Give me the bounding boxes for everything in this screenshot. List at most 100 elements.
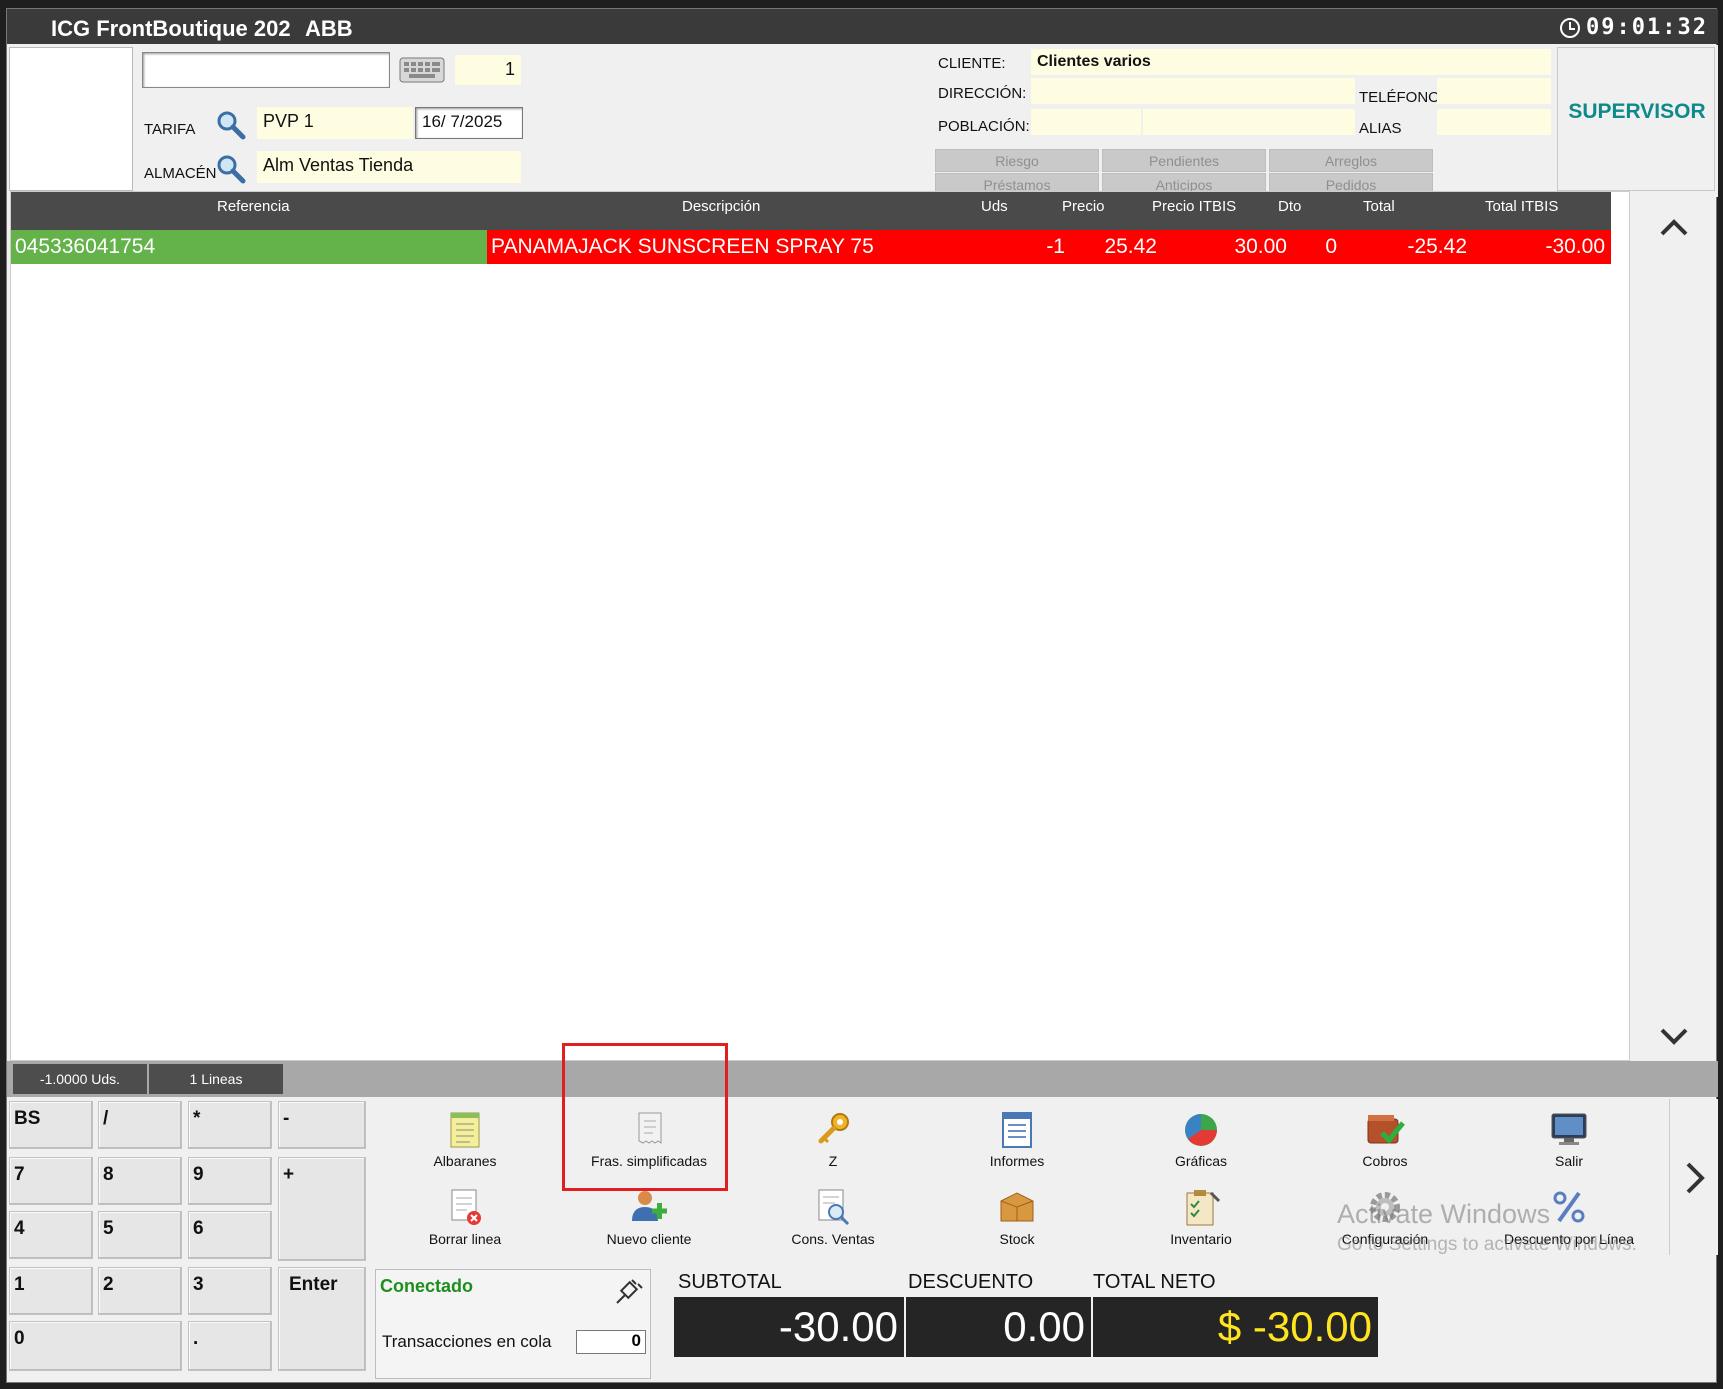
ticket-header: 1 TARIFA PVP 1 16/ 7/2025 ALMACÉN Alm Ve…	[7, 45, 1718, 197]
key-plus[interactable]: +	[278, 1157, 366, 1261]
telefono-field[interactable]	[1437, 78, 1551, 104]
row-dto: 0	[1325, 235, 1337, 258]
graficas-button[interactable]: Gráficas	[1126, 1103, 1276, 1177]
quantity-field[interactable]: 1	[455, 55, 521, 85]
keyboard-icon[interactable]	[399, 55, 445, 85]
key-multiply[interactable]: *	[188, 1101, 272, 1149]
column-total[interactable]: Total	[1363, 198, 1395, 215]
next-page-button[interactable]	[1669, 1099, 1718, 1255]
delete-doc-icon	[451, 1189, 481, 1225]
almacen-search-icon[interactable]	[215, 153, 247, 185]
informes-button[interactable]: Informes	[942, 1103, 1092, 1177]
lines-summary: 1 Lineas	[149, 1064, 283, 1094]
queue-label: Transacciones en cola	[382, 1332, 552, 1351]
subtotal-label: SUBTOTAL	[678, 1271, 782, 1293]
almacen-field[interactable]: Alm Ventas Tienda	[257, 151, 521, 183]
tarifa-field[interactable]: PVP 1	[257, 107, 413, 139]
tarifa-search-icon[interactable]	[215, 109, 247, 141]
alias-label: ALIAS	[1359, 120, 1402, 137]
key-minus[interactable]: -	[278, 1101, 366, 1149]
key-enter[interactable]: Enter	[278, 1267, 366, 1371]
pendientes-button[interactable]: Pendientes	[1102, 149, 1266, 172]
informes-label: Informes	[989, 1153, 1045, 1169]
z-label: Z	[828, 1153, 838, 1169]
arreglos-button[interactable]: Arreglos	[1269, 149, 1433, 172]
key-divide[interactable]: /	[98, 1101, 182, 1149]
current-user: ABB	[305, 16, 353, 41]
salir-label: Salir	[1554, 1153, 1583, 1169]
column-referencia[interactable]: Referencia	[217, 198, 290, 215]
tarifa-label: TARIFA	[144, 121, 196, 138]
column-dto[interactable]: Dto	[1278, 198, 1301, 215]
stock-button[interactable]: Stock	[942, 1181, 1092, 1255]
cobros-label: Cobros	[1362, 1153, 1408, 1169]
direccion-field[interactable]	[1031, 78, 1355, 104]
key-4[interactable]: 4	[9, 1211, 93, 1259]
title-bar: ICG FrontBoutique 202 ABB 09:01:32	[7, 9, 1718, 44]
albaranes-button[interactable]: Albaranes	[390, 1103, 540, 1177]
inventario-button[interactable]: Inventario	[1126, 1181, 1276, 1255]
cliente-label: CLIENTE:	[938, 55, 1006, 72]
ticket-lines-grid: Referencia Descripción Uds Precio Precio…	[10, 191, 1630, 1061]
key-0[interactable]: 0	[9, 1321, 182, 1371]
key-5[interactable]: 5	[98, 1211, 182, 1259]
column-total-itbis[interactable]: Total ITBIS	[1485, 198, 1558, 215]
monitor-icon	[1551, 1113, 1587, 1145]
nuevo-cliente-button[interactable]: Nuevo cliente	[574, 1181, 724, 1255]
nuevo-cliente-label: Nuevo cliente	[606, 1231, 692, 1247]
clock: 09:01:32	[1560, 15, 1708, 40]
row-total-itbis: -30.00	[1545, 235, 1605, 258]
supervisor-panel[interactable]: SUPERVISOR	[1557, 47, 1715, 191]
key-3[interactable]: 3	[188, 1267, 272, 1315]
poblacion-field-2[interactable]	[1143, 109, 1355, 135]
row-uds: -1	[1046, 235, 1065, 258]
wallet-check-icon	[1367, 1115, 1405, 1144]
clock-time: 09:01:32	[1586, 15, 1708, 40]
key-9[interactable]: 9	[188, 1157, 272, 1205]
key-6[interactable]: 6	[188, 1211, 272, 1259]
cons-ventas-button[interactable]: Cons. Ventas	[758, 1181, 908, 1255]
windows-watermark-subtitle: Go to Settings to activate Windows.	[1337, 1234, 1637, 1255]
poblacion-label: POBLACIÓN:	[938, 118, 1030, 135]
barcode-input[interactable]	[142, 52, 390, 88]
column-descripcion[interactable]: Descripción	[682, 198, 760, 215]
total-neto-label: TOTAL NETO	[1093, 1271, 1216, 1293]
units-summary: -1.0000 Uds.	[13, 1064, 147, 1094]
grid-header: Referencia Descripción Uds Precio Precio…	[11, 192, 1611, 230]
key-8[interactable]: 8	[98, 1157, 182, 1205]
scroll-up-icon[interactable]	[1659, 213, 1689, 243]
z-button[interactable]: Z	[758, 1103, 908, 1177]
cobros-button[interactable]: Cobros	[1310, 1103, 1460, 1177]
add-user-icon	[632, 1191, 667, 1221]
key-backspace[interactable]: BS	[9, 1101, 93, 1149]
borrar-linea-button[interactable]: Borrar linea	[390, 1181, 540, 1255]
key-7[interactable]: 7	[9, 1157, 93, 1205]
key-decimal[interactable]: .	[188, 1321, 272, 1371]
inventario-label: Inventario	[1170, 1231, 1232, 1247]
salir-button[interactable]: Salir	[1494, 1103, 1644, 1177]
albaranes-label: Albaranes	[433, 1153, 497, 1169]
row-total: -25.42	[1407, 235, 1467, 258]
plug-icon[interactable]	[614, 1276, 644, 1306]
scroll-down-icon[interactable]	[1659, 1021, 1689, 1051]
notepad-icon	[450, 1112, 480, 1148]
column-uds[interactable]: Uds	[981, 198, 1008, 215]
key-1[interactable]: 1	[9, 1267, 93, 1315]
photo-box	[9, 47, 133, 191]
column-precio[interactable]: Precio	[1062, 198, 1105, 215]
column-precio-itbis[interactable]: Precio ITBIS	[1152, 198, 1236, 215]
chevron-right-icon	[1686, 1162, 1705, 1194]
grid-scroll-panel	[1631, 191, 1716, 1061]
date-field[interactable]: 16/ 7/2025	[415, 107, 523, 139]
key-2[interactable]: 2	[98, 1267, 182, 1315]
clock-icon	[1560, 17, 1581, 38]
descuento-label: DESCUENTO	[908, 1271, 1034, 1293]
riesgo-button[interactable]: Riesgo	[935, 149, 1099, 172]
table-row[interactable]: 045336041754 PANAMAJACK SUNSCREEN SPRAY …	[11, 230, 1611, 264]
poblacion-field[interactable]	[1031, 109, 1141, 135]
direccion-label: DIRECCIÓN:	[938, 85, 1027, 102]
row-precio: 25.42	[1104, 235, 1157, 258]
stock-label: Stock	[999, 1231, 1035, 1247]
cliente-field[interactable]: Clientes varios	[1031, 49, 1551, 75]
alias-field[interactable]	[1437, 109, 1551, 135]
